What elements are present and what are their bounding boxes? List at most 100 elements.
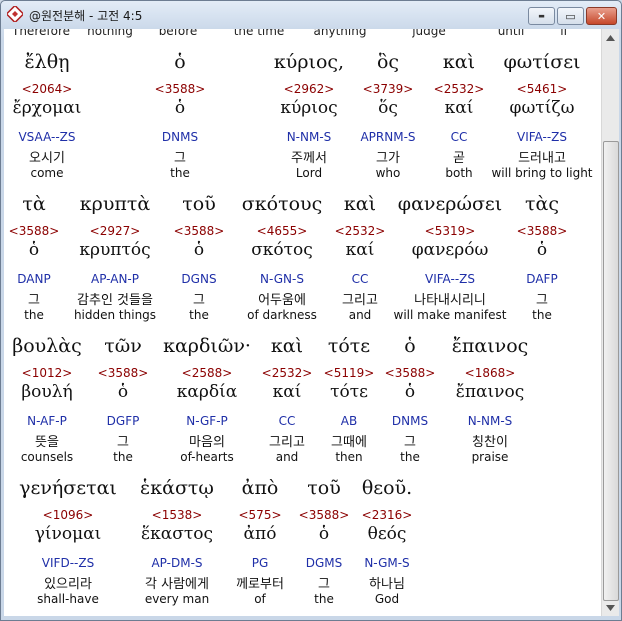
scrollbar-thumb[interactable] xyxy=(603,141,619,601)
greek-word[interactable]: καρδιῶν· xyxy=(163,335,251,357)
english-gloss: of darkness xyxy=(247,308,317,322)
parsing-code: VSAA--ZS xyxy=(18,130,76,144)
greek-word[interactable]: βουλὰς xyxy=(12,335,82,357)
english-gloss: the xyxy=(314,592,334,606)
korean-gloss: 께로부터 xyxy=(236,577,284,592)
lemma: φανερόω xyxy=(411,240,489,260)
greek-word[interactable]: ὁ xyxy=(404,335,415,357)
english-gloss: counsels xyxy=(20,450,74,464)
greek-word[interactable]: φωτίσει xyxy=(503,51,580,73)
korean-gloss: 그리고 xyxy=(342,293,378,308)
close-button[interactable]: ✕ xyxy=(586,7,617,25)
english-gloss: hidden things xyxy=(73,308,157,322)
greek-word[interactable]: κρυπτὰ xyxy=(80,193,150,215)
english-gloss: God xyxy=(374,592,400,606)
lemma: καί xyxy=(345,240,375,260)
parsing-code: APRNM-S xyxy=(360,130,416,144)
korean-gloss: 곧 xyxy=(453,151,465,166)
parsing-code: N-NM-S xyxy=(467,414,513,428)
parsing-code: N-NM-S xyxy=(286,130,332,144)
parsing-code: VIFA--ZS xyxy=(425,272,475,286)
previous-line-gloss: anything xyxy=(313,29,367,38)
greek-word[interactable]: σκότους xyxy=(242,193,322,215)
strong-number: <5319> xyxy=(424,224,476,238)
greek-word[interactable]: τῶν xyxy=(104,335,142,357)
korean-gloss: 그가 xyxy=(376,151,400,166)
parsing-code: CC xyxy=(351,272,369,286)
korean-gloss: 그 xyxy=(318,577,330,592)
lemma: ἔπαινος xyxy=(455,382,525,402)
scroll-up-arrow-icon[interactable] xyxy=(602,29,619,46)
greek-word[interactable]: καὶ xyxy=(344,193,376,215)
greek-word[interactable]: ἀπὸ xyxy=(242,477,279,499)
previous-line-gloss: before xyxy=(158,29,198,38)
greek-word[interactable]: ἔπαινος xyxy=(452,335,529,357)
greek-word[interactable]: τὰ xyxy=(22,193,45,215)
korean-gloss: 오시기 xyxy=(29,151,65,166)
strong-number: <2532> xyxy=(334,224,386,238)
greek-word[interactable]: τὰς xyxy=(525,193,559,215)
parsing-code: AP-AN-P xyxy=(91,272,139,286)
strong-number: <3739> xyxy=(362,82,414,96)
korean-gloss: 그때에 xyxy=(331,435,367,450)
greek-word[interactable]: καὶ xyxy=(271,335,303,357)
english-gloss: of-hearts xyxy=(180,450,234,464)
lemma: κρυπτός xyxy=(79,240,151,260)
previous-line-gloss: Therefore xyxy=(12,29,70,38)
strong-number: <4655> xyxy=(256,224,308,238)
greek-word[interactable]: καὶ xyxy=(443,51,475,73)
lemma: καί xyxy=(444,98,474,118)
previous-line-gloss: if xyxy=(560,29,568,38)
greek-word[interactable]: κύριος, xyxy=(274,51,344,73)
korean-gloss: 그 xyxy=(117,435,129,450)
english-gloss: and xyxy=(348,308,372,322)
strong-number: <5119> xyxy=(323,366,375,380)
parsing-code: CC xyxy=(278,414,296,428)
english-gloss: come xyxy=(30,166,64,180)
parsing-code: DANP xyxy=(17,272,51,286)
greek-word[interactable]: ὃς xyxy=(377,51,399,73)
korean-gloss: 각 사람에게 xyxy=(145,577,209,592)
parsing-code: DAFP xyxy=(526,272,558,286)
strong-number: <2962> xyxy=(283,82,335,96)
greek-word[interactable]: θεοῦ. xyxy=(362,477,412,499)
scroll-down-arrow-icon[interactable] xyxy=(602,599,619,616)
english-gloss: praise xyxy=(471,450,509,464)
previous-line-gloss: the time xyxy=(233,29,285,38)
minimize-button[interactable]: ▬ xyxy=(528,7,555,25)
korean-gloss: 하나님 xyxy=(369,577,405,592)
lemma: ἔρχομαι xyxy=(12,98,82,118)
parsing-code: DNMS xyxy=(161,130,199,144)
title-bar[interactable]: @원전분해 - 고전 4:5 ▬ ▭ ✕ xyxy=(1,1,621,29)
greek-word[interactable]: ἑκάστῳ xyxy=(140,477,214,499)
strong-number: <1012> xyxy=(21,366,73,380)
previous-line-gloss: nothing xyxy=(87,29,133,38)
lemma: ὁ xyxy=(117,382,129,402)
korean-gloss: 그 xyxy=(404,435,416,450)
interlinear-text-view[interactable]: Therefore nothing before the time anything ju… xyxy=(4,29,601,616)
app-logo-icon xyxy=(5,4,25,24)
korean-gloss: 칭찬이 xyxy=(472,435,508,450)
lemma: ὁ xyxy=(318,524,330,544)
greek-word[interactable]: τότε xyxy=(328,335,370,357)
parsing-code: DNMS xyxy=(391,414,429,428)
parsing-code: N-GF-P xyxy=(186,414,228,428)
close-icon: ✕ xyxy=(596,9,607,23)
greek-word[interactable]: ἔλθῃ xyxy=(24,51,69,73)
parsing-code: DGFP xyxy=(106,414,140,428)
greek-word[interactable]: γενήσεται xyxy=(19,477,117,499)
greek-word[interactable]: τοῦ xyxy=(182,193,216,215)
parsing-code: VIFA--ZS xyxy=(517,130,567,144)
strong-number: <3588> xyxy=(154,82,206,96)
korean-gloss: 있으리라 xyxy=(44,577,92,592)
maximize-button[interactable]: ▭ xyxy=(557,7,584,25)
strong-number: <1096> xyxy=(42,508,94,522)
greek-word[interactable]: ὁ xyxy=(174,51,185,73)
lemma: ἕκαστος xyxy=(141,524,213,544)
english-gloss: the xyxy=(24,308,44,322)
greek-word[interactable]: τοῦ xyxy=(307,477,341,499)
vertical-scrollbar[interactable] xyxy=(601,29,619,616)
parsing-code: N-AF-P xyxy=(27,414,67,428)
greek-word[interactable]: φανερώσει xyxy=(398,193,502,215)
strong-number: <3588> xyxy=(97,366,149,380)
